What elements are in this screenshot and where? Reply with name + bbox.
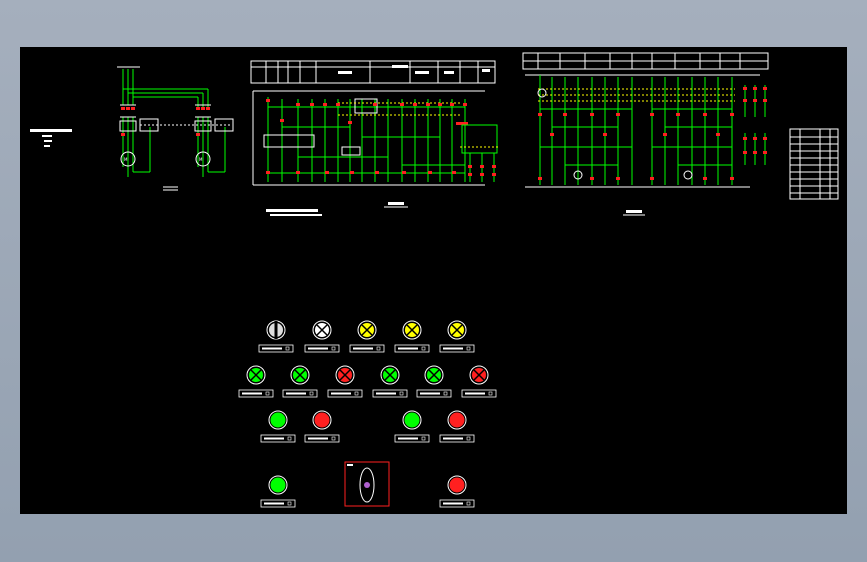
indicator-lamp-icon[interactable] — [439, 320, 475, 353]
emergency-selector-icon[interactable] — [344, 461, 390, 507]
device-tag — [282, 389, 318, 398]
push-button-icon[interactable] — [260, 410, 296, 443]
parts-list-table — [789, 128, 839, 200]
push-button-icon[interactable] — [439, 475, 475, 508]
circuit2-caption — [623, 210, 645, 216]
device-tag — [372, 389, 408, 398]
svg-text:M: M — [124, 157, 128, 162]
circuit2-title-block — [522, 52, 769, 70]
indicator-lamp-icon[interactable] — [304, 320, 340, 353]
indicator-lamp-icon[interactable] — [238, 365, 274, 398]
device-tag — [394, 344, 430, 353]
push-button-icon[interactable] — [260, 475, 296, 508]
indicator-lamp-icon[interactable] — [349, 320, 385, 353]
device-tag — [416, 389, 452, 398]
operator-panel — [238, 320, 497, 508]
push-button-icon[interactable] — [304, 410, 340, 443]
device-tag — [238, 389, 274, 398]
device-tag — [349, 344, 385, 353]
device-tag — [439, 434, 475, 443]
cad-drawing: M M — [30, 52, 839, 508]
device-tag — [304, 434, 340, 443]
push-button-icon[interactable] — [394, 410, 430, 443]
push-button-icon[interactable] — [439, 410, 475, 443]
indicator-lamp-icon[interactable] — [461, 365, 497, 398]
control-circuit-2 — [522, 52, 769, 188]
circuit1-caption — [266, 202, 408, 216]
device-tag — [258, 344, 294, 353]
device-tag — [260, 434, 296, 443]
drawing-canvas[interactable]: M M — [20, 47, 847, 514]
circuit1-title-block — [250, 60, 496, 84]
indicator-lamp-icon[interactable] — [416, 365, 452, 398]
device-tag — [439, 499, 475, 508]
device-tag — [260, 499, 296, 508]
motor-note — [30, 129, 72, 147]
device-tag — [304, 344, 340, 353]
indicator-lamp-icon[interactable] — [282, 365, 318, 398]
device-tag — [439, 344, 475, 353]
svg-text:M: M — [199, 157, 203, 162]
indicator-lamp-icon[interactable] — [372, 365, 408, 398]
device-tag — [394, 434, 430, 443]
motor-main-circuit: M M — [117, 66, 234, 191]
selector-switch-icon[interactable] — [258, 320, 294, 353]
indicator-lamp-icon[interactable] — [327, 365, 363, 398]
device-tag — [461, 389, 497, 398]
device-tag — [327, 389, 363, 398]
indicator-lamp-icon[interactable] — [394, 320, 430, 353]
control-circuit-1 — [250, 60, 498, 186]
